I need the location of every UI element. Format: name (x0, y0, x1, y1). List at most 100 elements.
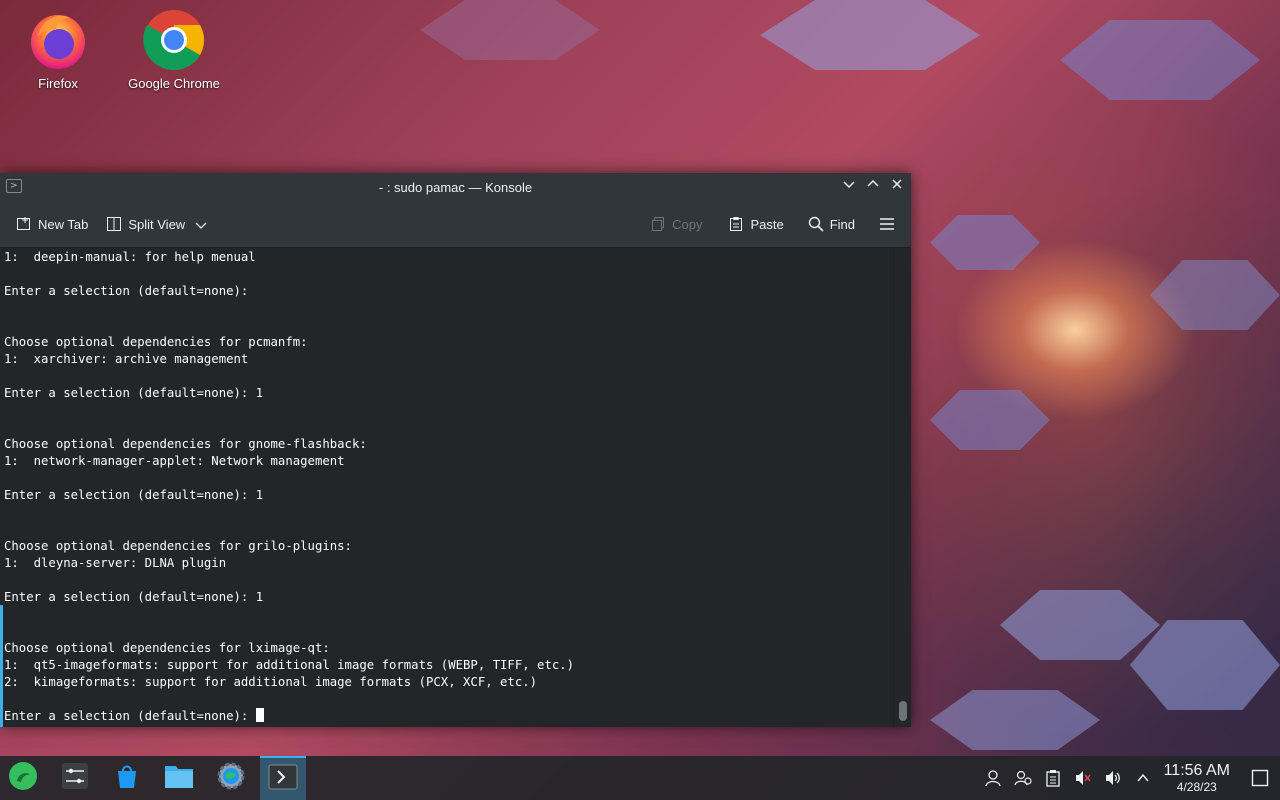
microphone-muted-icon[interactable] (1068, 756, 1098, 800)
desktop-icon-label: Firefox (38, 76, 78, 91)
konsole-icon (268, 763, 298, 795)
terminal-line: 1: network-manager-applet: Network manag… (4, 454, 345, 468)
software-store-icon (113, 762, 141, 794)
hamburger-menu-icon (879, 216, 895, 232)
split-view-button[interactable]: Split View (100, 212, 217, 236)
window-titlebar[interactable]: > - : sudo pamac — Konsole (0, 173, 911, 201)
hamburger-menu-button[interactable] (873, 212, 901, 236)
wallpaper-shape (760, 0, 980, 70)
terminal-line: Enter a selection (default=none): 1 (4, 590, 264, 604)
chevron-down-icon (195, 216, 211, 232)
wallpaper-shape (930, 690, 1100, 750)
konsole-app-icon[interactable]: > (6, 179, 22, 193)
digital-clock[interactable]: 11:56 AM 4/28/23 (1164, 762, 1230, 794)
terminal-line: Enter a selection (default=none): 1 (4, 488, 264, 502)
wallpaper-shape (1150, 260, 1280, 330)
konsole-window: > - : sudo pamac — Konsole New Tab Split… (0, 173, 911, 727)
terminal-line: 1: dleyna-server: DLNA plugin (4, 556, 227, 570)
terminal-line: Choose optional dependencies for lximage… (4, 641, 330, 655)
clock-date: 4/28/23 (1176, 780, 1217, 794)
settings-sliders-icon (61, 762, 89, 794)
taskbar-item-settings-sliders[interactable] (52, 756, 98, 800)
wallpaper-shape (1000, 590, 1160, 660)
wallpaper-shape (1060, 20, 1260, 100)
window-title: - : sudo pamac — Konsole (378, 179, 533, 195)
user-switch-icon[interactable] (1008, 756, 1038, 800)
terminal-line: 1: deepin-manual: for help menual (4, 250, 256, 264)
desktop-icon-label: Google Chrome (128, 76, 220, 91)
terminal-line: Enter a selection (default=none): 1 (4, 386, 264, 400)
taskbar-item-software-store[interactable] (104, 756, 150, 800)
chrome-icon (142, 8, 206, 72)
application-launcher[interactable] (0, 756, 46, 800)
copy-label: Copy (672, 216, 703, 232)
scroll-marker (0, 605, 3, 727)
paste-button[interactable]: Paste (722, 212, 789, 236)
terminal-line: Enter a selection (default=none): (4, 284, 249, 298)
close-button[interactable] (889, 178, 905, 196)
terminal-line: 2: kimageformats: support for additional… (4, 675, 538, 689)
wallpaper-shape (930, 215, 1040, 270)
new-tab-button[interactable]: New Tab (10, 212, 94, 236)
minimize-button[interactable] (841, 178, 857, 196)
terminal-scrollbar[interactable] (893, 248, 911, 727)
show-desktop-icon (1251, 769, 1269, 787)
terminal-prompt: Enter a selection (default=none): (4, 709, 256, 723)
terminal-line: Choose optional dependencies for pcmanfm… (4, 335, 308, 349)
taskbar-item-file-manager[interactable] (156, 756, 202, 800)
taskbar-item-konsole[interactable] (260, 756, 306, 800)
paste-label: Paste (750, 216, 784, 232)
chevron-up-icon (867, 179, 879, 187)
clipboard-icon[interactable] (1038, 756, 1068, 800)
maximize-button[interactable] (865, 178, 881, 196)
terminal-prompt-line[interactable]: Enter a selection (default=none): (4, 708, 893, 725)
system-settings-icon (217, 762, 245, 794)
split-view-icon (106, 216, 122, 232)
manjaro-menu-icon (8, 761, 38, 795)
konsole-toolbar: New Tab Split View Copy Paste Find (0, 201, 911, 248)
expand-tray-icon[interactable] (1128, 756, 1158, 800)
clock-time: 11:56 AM (1163, 762, 1230, 779)
scrollbar-thumb[interactable] (899, 701, 907, 721)
find-button[interactable]: Find (802, 212, 861, 236)
terminal-line: 1: xarchiver: archive management (4, 352, 249, 366)
chevron-down-icon (843, 181, 855, 189)
copy-button[interactable]: Copy (644, 212, 708, 236)
terminal-line: Choose optional dependencies for gnome-f… (4, 437, 367, 451)
copy-icon (650, 216, 666, 232)
terminal-line: Choose optional dependencies for grilo-p… (4, 539, 352, 553)
firefox-icon (26, 8, 90, 72)
close-icon (892, 179, 902, 189)
terminal-output[interactable]: 1: deepin-manual: for help menual Enter a… (0, 248, 893, 727)
search-icon (808, 216, 824, 232)
file-manager-icon (164, 762, 194, 794)
volume-icon[interactable] (1098, 756, 1128, 800)
wallpaper-shape (420, 0, 600, 60)
split-view-label: Split View (128, 216, 186, 232)
desktop-icon-firefox[interactable]: Firefox (3, 8, 113, 91)
show-desktop-button[interactable] (1240, 756, 1280, 800)
terminal-line: 1: qt5-imageformats: support for additio… (4, 658, 575, 672)
wallpaper-shape (930, 390, 1050, 450)
taskbar-item-system-settings[interactable] (208, 756, 254, 800)
user-icon[interactable] (978, 756, 1008, 800)
new-tab-icon (16, 216, 32, 232)
system-tray: 11:56 AM 4/28/23 (978, 756, 1280, 800)
wallpaper-shape (1130, 620, 1280, 710)
new-tab-label: New Tab (38, 216, 89, 232)
terminal-cursor (255, 708, 264, 722)
desktop-icon-chrome[interactable]: Google Chrome (119, 8, 229, 91)
